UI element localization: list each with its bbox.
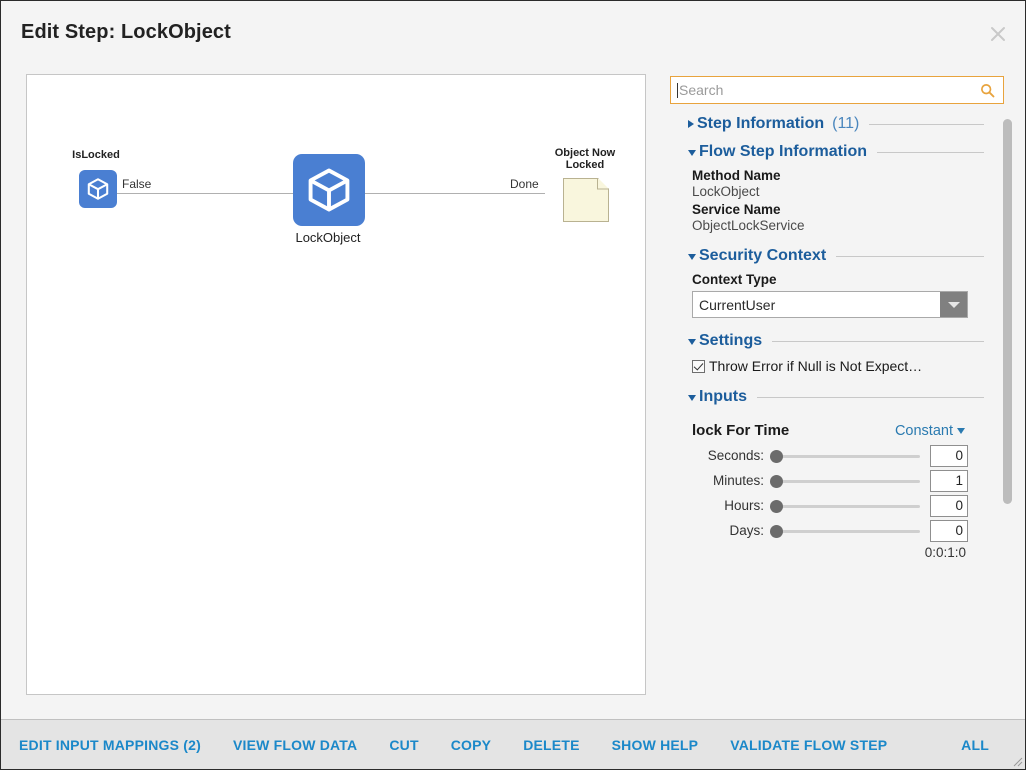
slider-thumb[interactable] [770,449,783,463]
section-settings-title: Settings [699,332,763,349]
context-type-dropdown[interactable]: CurrentUser [692,291,968,318]
method-name-label: Method Name [692,168,781,183]
section-flow-step-information[interactable]: Flow Step Information [688,139,986,165]
flow-node-islocked-label: IsLocked [72,149,120,161]
section-inputs-title: Inputs [699,388,747,405]
section-step-information-title: Step Information [697,115,825,132]
dialog-body: False Done IsLocked LockObject Object No… [1,63,1025,719]
section-settings[interactable]: Settings [688,328,986,354]
chevron-right-icon [688,120,694,128]
slider-row-minutes: Minutes: 1 [692,468,968,493]
flow-node-islocked[interactable]: IsLocked [61,149,131,229]
slider-row-hours: Hours: 0 [692,493,968,518]
search-icon[interactable] [980,83,995,98]
delete-button[interactable]: DELETE [523,737,579,753]
slider-label-minutes: Minutes: [712,473,764,488]
copy-button[interactable]: COPY [451,737,491,753]
slider-row-seconds: Seconds: 0 [692,443,968,468]
chevron-down-icon [957,427,965,434]
slider-seconds[interactable] [770,448,920,464]
slider-value-hours[interactable]: 0 [930,494,968,517]
section-divider [869,123,984,125]
dialog-titlebar: Edit Step: LockObject [1,1,1025,63]
section-divider [772,340,984,342]
context-type-value: CurrentUser [699,296,776,313]
panel-scroll-area: Step Information (11) Flow Step Informat… [670,111,1004,689]
section-divider [757,396,984,398]
slider-track [770,504,920,508]
flow-edge-false [113,193,313,194]
section-divider [836,255,984,257]
chevron-down-icon [688,254,696,260]
all-button[interactable]: ALL [961,737,989,753]
flow-canvas[interactable]: False Done IsLocked LockObject Object No… [26,74,646,695]
slider-hours[interactable] [770,498,920,514]
input-lock-for-time-name: lock For Time [692,422,790,439]
slider-days[interactable] [770,523,920,539]
flow-edge-label-done: Done [507,177,542,191]
throw-error-label: Throw Error if Null is Not Expect… [709,358,923,374]
edit-input-mappings-button[interactable]: EDIT INPUT MAPPINGS (2) [19,737,201,753]
service-name-value: ObjectLockService [692,218,805,233]
section-divider [877,151,984,153]
chevron-down-icon[interactable] [940,292,967,317]
slider-row-days: Days: 0 [692,518,968,543]
slider-label-days: Days: [729,523,764,538]
slider-track [770,479,920,483]
properties-panel: Step Information (11) Flow Step Informat… [667,73,1012,693]
slider-thumb[interactable] [770,499,783,513]
validate-flow-step-button[interactable]: VALIDATE FLOW STEP [730,737,887,753]
time-summary: 0:0:1:0 [924,545,966,560]
flow-node-lockobject-label: LockObject [295,230,361,245]
input-mode-label: Constant [894,422,953,439]
method-name-value: LockObject [692,184,760,199]
cube-icon [79,170,117,208]
panel-scrollbar[interactable] [1003,119,1012,689]
chevron-down-icon [688,395,696,401]
slider-label-hours: Hours: [724,498,764,513]
cube-icon [293,154,365,226]
view-flow-data-button[interactable]: VIEW FLOW DATA [233,737,357,753]
throw-error-checkbox[interactable] [692,359,705,373]
section-security-context[interactable]: Security Context [688,243,986,269]
flow-node-object-now-locked-label: Object Now Locked [554,147,616,171]
panel-scrollbar-thumb[interactable] [1003,119,1012,504]
input-mode-dropdown[interactable]: Constant [895,423,968,439]
slider-value-days[interactable]: 0 [930,519,968,542]
slider-value-minutes[interactable]: 1 [930,469,968,492]
flow-node-lockobject[interactable]: LockObject [288,154,368,254]
slider-label-seconds: Seconds: [707,448,764,463]
cut-button[interactable]: CUT [389,737,418,753]
service-name-label: Service Name [692,202,781,217]
slider-thumb[interactable] [770,524,783,538]
edit-step-dialog: Edit Step: LockObject False Done IsLocke… [0,0,1026,770]
chevron-down-icon [688,150,696,156]
section-security-context-title: Security Context [699,247,827,264]
show-help-button[interactable]: SHOW HELP [612,737,699,753]
section-inputs[interactable]: Inputs [688,384,986,410]
bottom-toolbar: EDIT INPUT MAPPINGS (2) VIEW FLOW DATA C… [1,719,1025,769]
slider-value-seconds[interactable]: 0 [930,444,968,467]
flow-node-object-now-locked[interactable]: Object Now Locked [545,143,625,233]
close-icon[interactable] [985,21,1011,47]
context-type-label: Context Type [692,272,777,287]
page-title: Edit Step: LockObject [21,20,231,43]
section-step-information[interactable]: Step Information (11) [688,111,986,137]
slider-minutes[interactable] [770,473,920,489]
search-input[interactable] [678,82,980,98]
search-box[interactable] [670,76,1004,104]
note-icon [563,178,609,222]
input-lock-for-time-header: lock For Time Constant [692,422,968,439]
section-step-information-count: (11) [832,115,860,132]
chevron-down-icon [688,339,696,345]
resize-grip[interactable] [1011,755,1023,767]
flow-edge-done [365,193,545,194]
slider-track [770,529,920,533]
slider-track [770,454,920,458]
slider-thumb[interactable] [770,474,783,488]
section-flow-step-information-title: Flow Step Information [699,143,867,160]
throw-error-checkbox-row[interactable]: Throw Error if Null is Not Expect… [692,358,986,374]
